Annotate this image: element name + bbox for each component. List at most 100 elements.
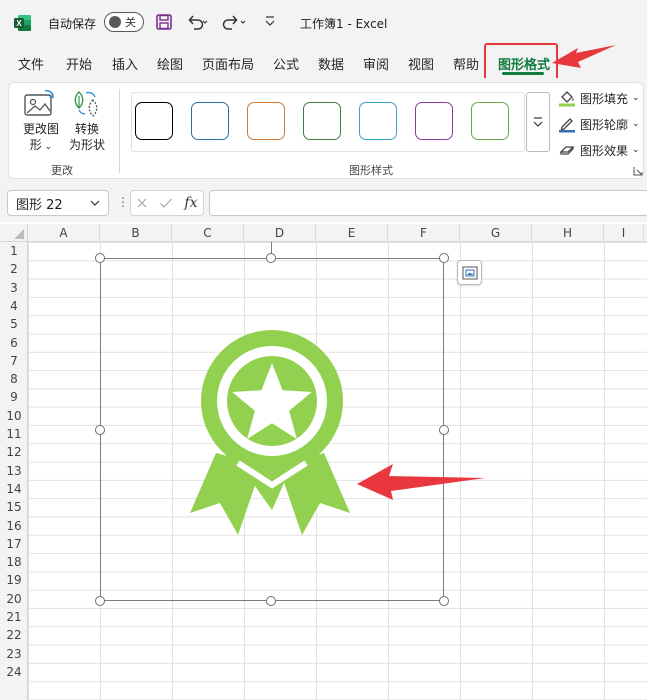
insert-function-icon[interactable]: fx	[184, 195, 197, 211]
formula-bar: 图形 22 ⋮ fx	[0, 182, 647, 222]
convert-label-1: 转换	[74, 122, 99, 136]
row-header[interactable]: 18	[0, 553, 28, 571]
fill-bucket-icon	[559, 91, 575, 107]
column-header[interactable]: E	[316, 224, 388, 242]
row-header[interactable]: 4	[0, 297, 28, 315]
customize-toolbar-icon[interactable]	[264, 14, 276, 28]
group-caption-styles: 图形样式	[349, 164, 393, 177]
tab-home[interactable]: 开始	[66, 54, 92, 73]
group-separator	[119, 89, 120, 173]
row-headers: 1 2 3 4 5 6 7 8 9 10 11 12 13 14 15 16 17 18 19 20 21 22 23 24	[0, 242, 28, 700]
tab-insert[interactable]: 插入	[112, 54, 138, 73]
autosave-state: 关	[125, 16, 136, 29]
title-bar: X 自动保存 关 工作簿1 - Excel	[0, 0, 647, 46]
outline-label: 图形轮廓	[580, 117, 629, 132]
row-header[interactable]: 20	[0, 590, 28, 608]
tab-data[interactable]: 数据	[318, 54, 344, 73]
row-header[interactable]: 12	[0, 443, 28, 461]
graphic-style-swatch[interactable]	[247, 102, 285, 140]
convert-to-shape-button[interactable]: 转换 为形状	[65, 121, 109, 153]
tab-draw[interactable]: 绘图	[157, 54, 183, 73]
column-header[interactable]: B	[100, 224, 172, 242]
row-header[interactable]: 15	[0, 498, 28, 516]
row-header[interactable]: 21	[0, 608, 28, 626]
change-graphic-button[interactable]: 更改图 形 ⌄	[17, 121, 65, 155]
row-header[interactable]: 19	[0, 571, 28, 589]
resize-handle-bottom-left[interactable]	[95, 596, 105, 606]
graphic-style-swatch[interactable]	[191, 102, 229, 140]
tab-page-layout[interactable]: 页面布局	[202, 54, 254, 73]
effects-label: 图形效果	[580, 143, 629, 158]
svg-text:X: X	[16, 19, 22, 28]
document-title: 工作簿1 - Excel	[300, 17, 388, 31]
resize-handle-right[interactable]	[439, 425, 449, 435]
ribbon: 更改图 形 ⌄ 转换 为形状 更改 图形填充 ⌄ 图形轮廓 ⌄ 图形效果 ⌄ 图…	[0, 78, 647, 182]
cancel-icon[interactable]	[136, 197, 148, 209]
convert-label-2: 为形状	[68, 138, 105, 152]
row-header[interactable]: 2	[0, 260, 28, 278]
row-header[interactable]: 1	[0, 242, 28, 260]
column-header[interactable]: I	[604, 224, 644, 242]
graphic-style-swatch[interactable]	[135, 102, 173, 140]
graphic-style-swatch[interactable]	[303, 102, 341, 140]
row-header[interactable]: 23	[0, 645, 28, 663]
dialog-launcher-icon[interactable]	[633, 165, 643, 179]
name-box[interactable]: 图形 22	[7, 190, 109, 216]
row-header[interactable]: 9	[0, 388, 28, 406]
graphic-style-swatch[interactable]	[359, 102, 397, 140]
tab-file[interactable]: 文件	[18, 54, 44, 73]
tab-help[interactable]: 帮助	[453, 54, 479, 73]
resize-handle-top-right[interactable]	[439, 253, 449, 263]
column-header[interactable]: D	[244, 224, 316, 242]
change-graphic-label-1: 更改图	[22, 122, 59, 136]
resize-handle-bottom-right[interactable]	[439, 596, 449, 606]
column-header[interactable]: G	[460, 224, 532, 242]
award-ribbon-icon[interactable]	[180, 325, 360, 540]
row-header[interactable]: 3	[0, 279, 28, 297]
row-header[interactable]: 14	[0, 480, 28, 498]
graphic-fill-button[interactable]: 图形填充 ⌄	[558, 89, 640, 107]
row-header[interactable]: 6	[0, 334, 28, 352]
graphic-effects-button[interactable]: 图形效果 ⌄	[558, 141, 640, 159]
tab-review[interactable]: 审阅	[363, 54, 389, 73]
column-header[interactable]: F	[388, 224, 460, 242]
select-all-corner[interactable]	[0, 224, 28, 242]
effects-icon	[559, 146, 575, 155]
resize-handle-top[interactable]	[266, 253, 276, 263]
save-icon[interactable]	[155, 13, 173, 31]
chevron-down-icon: ⌄	[632, 93, 640, 103]
row-header[interactable]: 11	[0, 425, 28, 443]
row-header[interactable]: 10	[0, 407, 28, 425]
graphic-style-swatch[interactable]	[415, 102, 453, 140]
change-graphic-icon[interactable]	[23, 89, 55, 122]
row-header[interactable]: 24	[0, 663, 28, 681]
resize-handle-left[interactable]	[95, 425, 105, 435]
layout-options-button[interactable]	[457, 260, 482, 285]
tab-view[interactable]: 视图	[408, 54, 434, 73]
row-header[interactable]: 5	[0, 315, 28, 333]
row-header[interactable]: 8	[0, 370, 28, 388]
tab-formulas[interactable]: 公式	[273, 54, 299, 73]
resize-handle-bottom[interactable]	[266, 596, 276, 606]
convert-to-shape-icon[interactable]	[71, 88, 103, 123]
row-header[interactable]: 17	[0, 535, 28, 553]
undo-icon[interactable]	[186, 13, 208, 31]
column-header[interactable]: C	[172, 224, 244, 242]
graphic-outline-button[interactable]: 图形轮廓 ⌄	[558, 115, 640, 133]
formula-input[interactable]	[209, 190, 647, 216]
enter-check-icon[interactable]	[159, 197, 173, 209]
autosave-toggle[interactable]: 关	[104, 12, 144, 32]
row-header[interactable]: 22	[0, 626, 28, 644]
chevron-down-icon	[90, 200, 100, 206]
gallery-more-button[interactable]	[526, 92, 550, 152]
row-header[interactable]: 13	[0, 462, 28, 480]
column-header[interactable]: A	[28, 224, 100, 242]
name-box-value: 图形 22	[16, 197, 63, 213]
graphic-style-swatch[interactable]	[471, 102, 509, 140]
column-header[interactable]: H	[532, 224, 604, 242]
more-options-icon[interactable]: ⋮	[117, 195, 129, 209]
redo-icon[interactable]	[222, 13, 246, 31]
row-header[interactable]: 16	[0, 517, 28, 535]
resize-handle-top-left[interactable]	[95, 253, 105, 263]
row-header[interactable]: 7	[0, 352, 28, 370]
